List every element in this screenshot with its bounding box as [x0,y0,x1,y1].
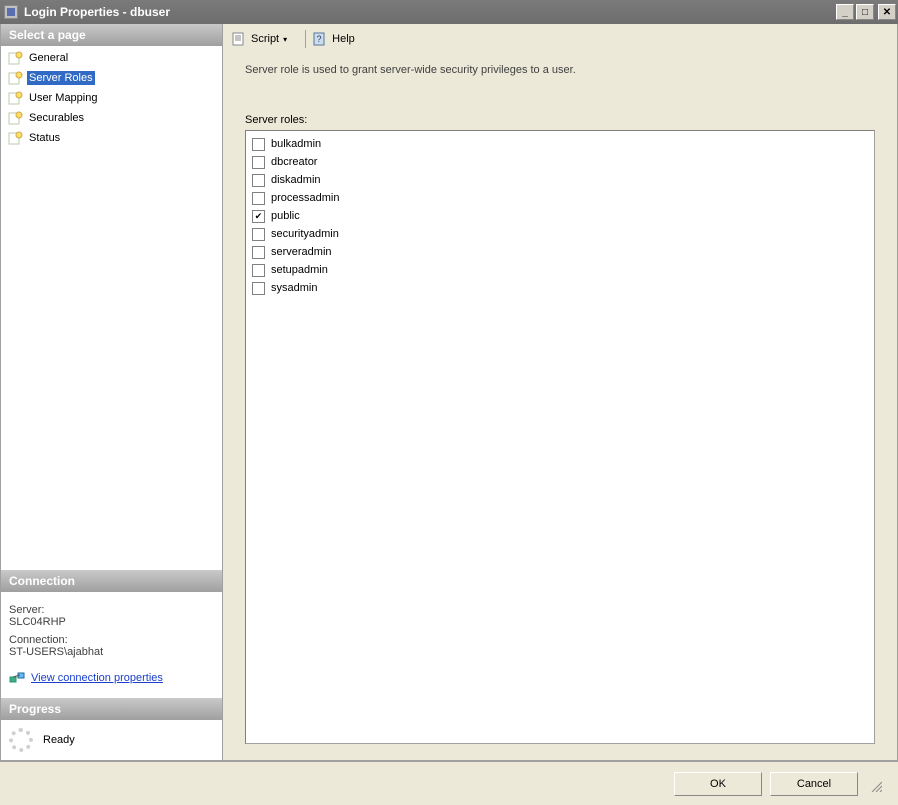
page-label: General [27,51,70,65]
role-row-securityadmin[interactable]: securityadmin [250,225,870,243]
connection-value: ST-USERS\ajabhat [9,646,214,658]
role-row-processadmin[interactable]: processadmin [250,189,870,207]
connection-label: Connection: [9,634,214,646]
role-row-bulkadmin[interactable]: bulkadmin [250,135,870,153]
page-label: Status [27,131,62,145]
toolbar-separator [305,30,306,48]
titlebar-text: Login Properties - dbuser [24,5,836,19]
role-label: securityadmin [271,228,339,240]
server-roles-list: bulkadmin dbcreator diskadmin processadmin p… [245,130,875,744]
right-panel: Script ▾ ? Help Server role is used to g… [223,24,897,760]
role-label: public [271,210,300,222]
toolbar: Script ▾ ? Help [223,24,897,54]
resize-grip-icon[interactable] [866,776,882,792]
script-dropdown-caret-icon: ▾ [283,35,287,44]
role-row-public[interactable]: public [250,207,870,225]
role-row-dbcreator[interactable]: dbcreator [250,153,870,171]
page-item-user-mapping[interactable]: User Mapping [1,88,222,108]
role-label: diskadmin [271,174,321,186]
page-item-securables[interactable]: Securables [1,108,222,128]
page-label: Server Roles [27,71,95,85]
role-row-sysadmin[interactable]: sysadmin [250,279,870,297]
main-area: Select a page General Server Roles User Ma… [0,24,898,761]
cancel-button[interactable]: Cancel [770,772,858,796]
progress-spinner-icon [9,728,33,752]
role-row-serveradmin[interactable]: serveradmin [250,243,870,261]
page-icon [7,90,23,106]
progress-header: Progress [1,698,222,720]
role-checkbox-diskadmin[interactable] [252,174,265,187]
help-icon: ? [312,31,328,47]
left-panel: Select a page General Server Roles User Ma… [1,24,223,760]
help-label: Help [332,33,355,45]
page-icon [7,130,23,146]
page-label: Securables [27,111,86,125]
page-list: General Server Roles User Mapping Securable… [1,46,222,570]
role-checkbox-securityadmin[interactable] [252,228,265,241]
content-area: Server role is used to grant server-wide… [223,54,897,760]
role-label: dbcreator [271,156,317,168]
view-connection-properties-link[interactable]: View connection properties [9,670,214,686]
role-checkbox-serveradmin[interactable] [252,246,265,259]
role-checkbox-dbcreator[interactable] [252,156,265,169]
page-item-server-roles[interactable]: Server Roles [1,68,222,88]
app-icon [4,5,18,19]
window-controls: _ □ ✕ [836,4,896,20]
help-button[interactable]: ? Help [312,31,355,47]
page-icon [7,50,23,66]
page-label: User Mapping [27,91,99,105]
progress-section: Ready [1,720,222,760]
page-item-general[interactable]: General [1,48,222,68]
script-button[interactable]: Script ▾ [231,31,287,47]
connection-properties-icon [9,670,25,686]
minimize-button[interactable]: _ [836,4,854,20]
svg-text:?: ? [317,34,322,44]
view-connection-properties-label: View connection properties [31,672,163,684]
page-item-status[interactable]: Status [1,128,222,148]
role-label: processadmin [271,192,339,204]
select-page-header: Select a page [1,24,222,46]
page-icon [7,110,23,126]
maximize-button[interactable]: □ [856,4,874,20]
close-button[interactable]: ✕ [878,4,896,20]
role-row-setupadmin[interactable]: setupadmin [250,261,870,279]
progress-status: Ready [43,734,75,746]
connection-section: Server: SLC04RHP Connection: ST-USERS\aj… [1,592,222,698]
role-label: sysadmin [271,282,317,294]
connection-header: Connection [1,570,222,592]
role-checkbox-public[interactable] [252,210,265,223]
titlebar: Login Properties - dbuser _ □ ✕ [0,0,898,24]
server-roles-label: Server roles: [245,114,875,126]
server-value: SLC04RHP [9,616,214,628]
role-checkbox-setupadmin[interactable] [252,264,265,277]
role-label: bulkadmin [271,138,321,150]
role-label: setupadmin [271,264,328,276]
script-label: Script [251,33,279,45]
role-label: serveradmin [271,246,332,258]
page-icon [7,70,23,86]
bottom-bar: OK Cancel [0,761,898,805]
role-checkbox-processadmin[interactable] [252,192,265,205]
ok-button[interactable]: OK [674,772,762,796]
role-row-diskadmin[interactable]: diskadmin [250,171,870,189]
server-label: Server: [9,604,214,616]
script-icon [231,31,247,47]
role-checkbox-bulkadmin[interactable] [252,138,265,151]
role-checkbox-sysadmin[interactable] [252,282,265,295]
description-text: Server role is used to grant server-wide… [245,64,875,76]
